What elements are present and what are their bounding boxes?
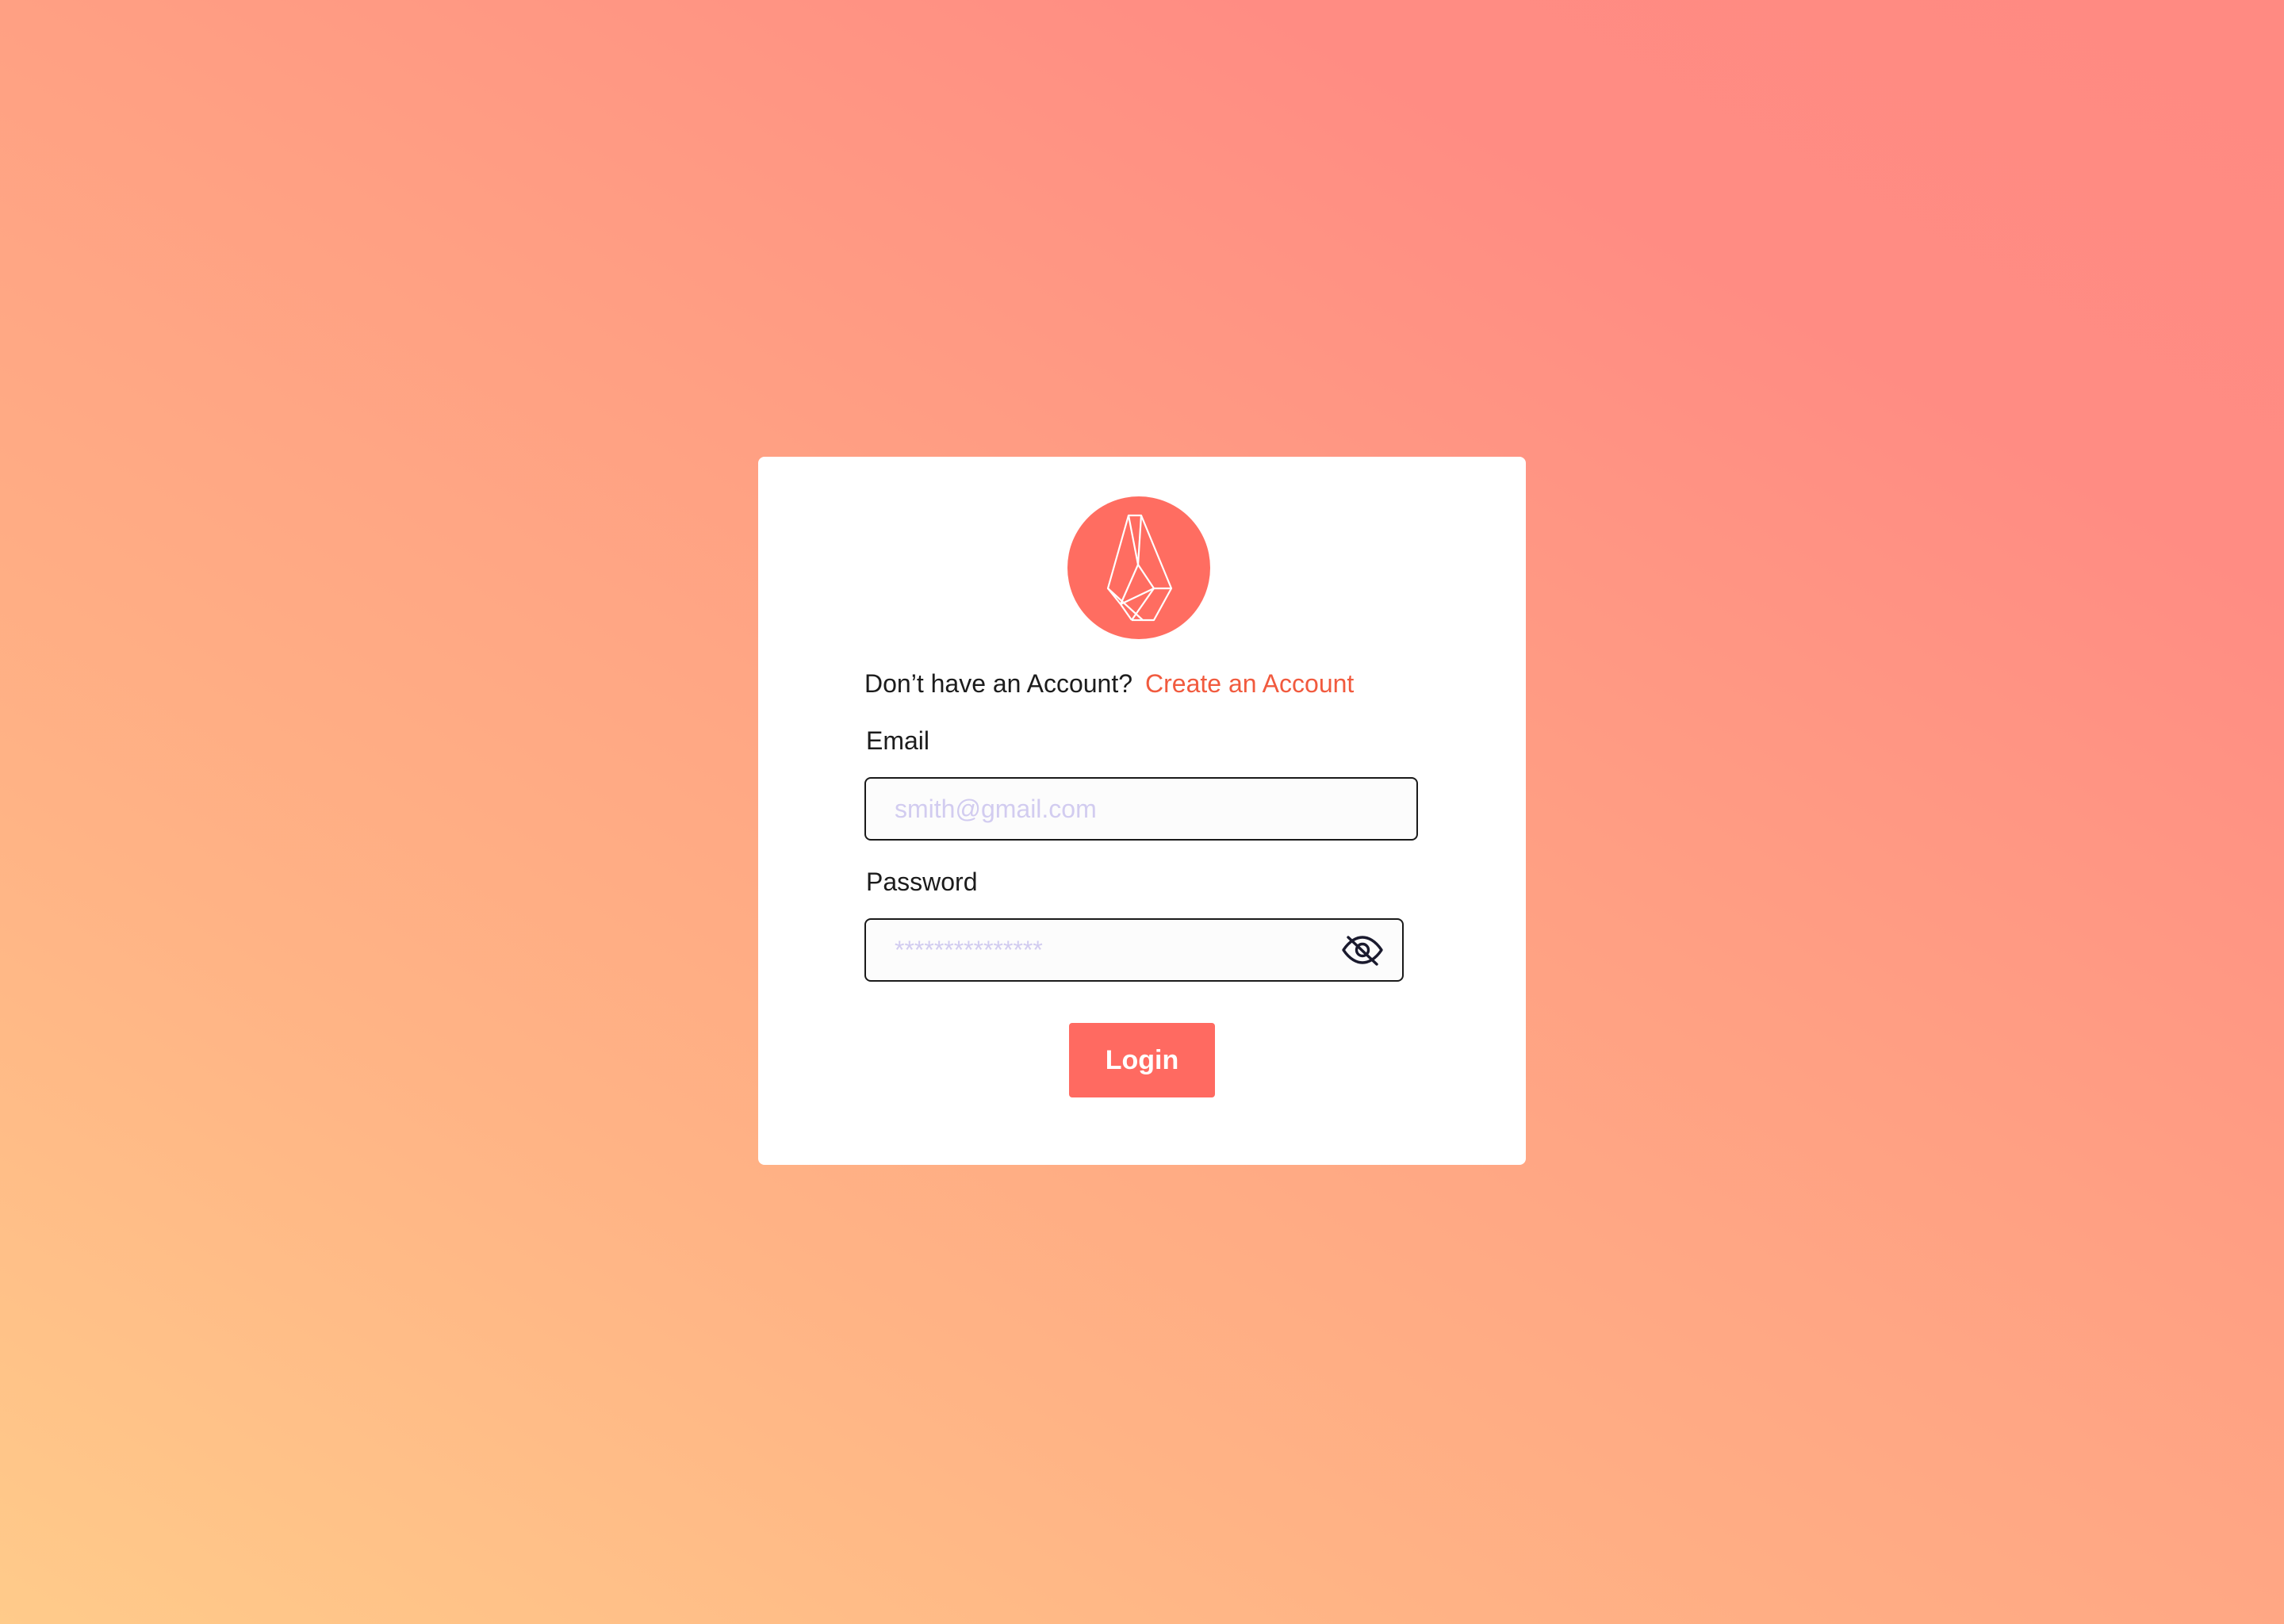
email-label: Email — [866, 726, 930, 755]
gem-crystal-logo-icon — [1106, 514, 1173, 622]
email-input[interactable] — [895, 779, 1386, 839]
signup-row: Don’t have an Account? Create an Account — [864, 665, 1354, 703]
logo — [1067, 496, 1210, 639]
login-card: Don’t have an Account? Create an Account… — [758, 457, 1526, 1165]
email-field-box — [864, 777, 1418, 841]
password-input[interactable] — [895, 920, 1323, 980]
password-field-box — [864, 918, 1404, 982]
eye-slash-icon[interactable] — [1340, 933, 1385, 967]
create-account-link[interactable]: Create an Account — [1145, 669, 1354, 699]
password-label: Password — [866, 868, 978, 896]
signup-prompt: Don’t have an Account? — [864, 668, 1133, 698]
login-button[interactable]: Login — [1069, 1023, 1215, 1097]
